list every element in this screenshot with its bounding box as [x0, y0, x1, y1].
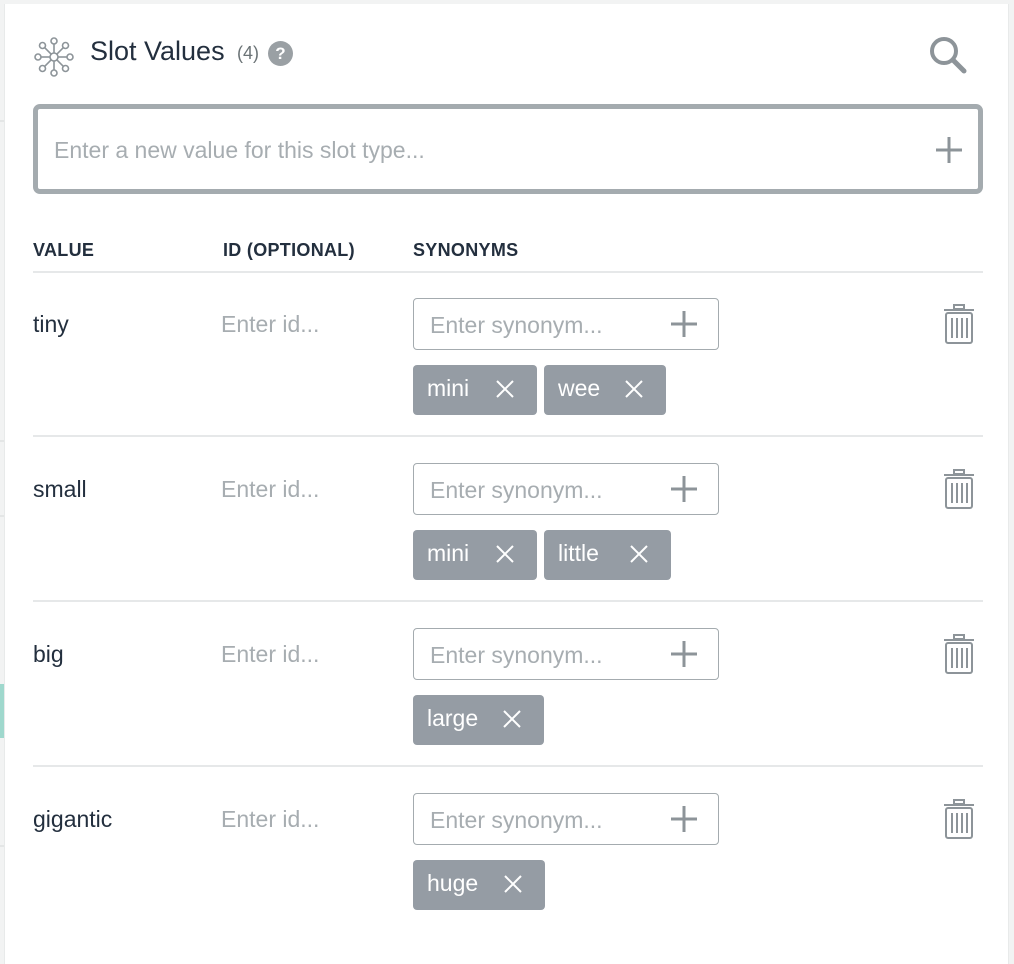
slot-value-text: small — [33, 476, 87, 502]
remove-synonym-x-icon[interactable] — [624, 379, 644, 399]
row-divider — [33, 765, 983, 767]
id-input[interactable] — [219, 800, 393, 838]
row-divider — [33, 435, 983, 437]
synonym-chip-label: mini — [427, 375, 470, 401]
remove-synonym-x-icon[interactable] — [502, 709, 522, 729]
column-header-id: ID (OPTIONAL) — [223, 240, 355, 260]
id-input[interactable] — [219, 635, 393, 673]
synonym-chip: little — [544, 530, 671, 580]
slot-value-row: tiny mini wee — [33, 273, 983, 437]
synonym-chip: huge — [413, 860, 545, 910]
question-circle-icon[interactable]: ? — [268, 41, 293, 66]
synonym-chip-label: wee — [558, 375, 601, 401]
trash-icon[interactable] — [943, 303, 975, 345]
synonym-chip: large — [413, 695, 544, 745]
synonym-input[interactable] — [428, 802, 662, 838]
remove-synonym-x-icon[interactable] — [495, 379, 515, 399]
add-synonym-plus-icon[interactable] — [670, 310, 698, 338]
synonym-field — [413, 628, 719, 680]
new-value-field — [33, 104, 983, 194]
synonym-chip-label: huge — [427, 870, 479, 896]
synonym-chip: wee — [544, 365, 666, 415]
panel-header: Slot Values (4) ? — [33, 34, 983, 77]
synonym-chip: mini — [413, 365, 537, 415]
new-value-input[interactable] — [52, 129, 916, 171]
column-header-synonyms: SYNONYMS — [413, 240, 519, 260]
search-icon[interactable] — [927, 34, 969, 76]
add-synonym-plus-icon[interactable] — [670, 640, 698, 668]
synonym-chip-label: little — [558, 540, 599, 566]
synonym-input[interactable] — [428, 472, 662, 508]
panel-title: Slot Values — [90, 36, 225, 66]
slot-value-text: gigantic — [33, 806, 113, 832]
synonym-field — [413, 793, 719, 845]
synonym-field — [413, 298, 719, 350]
remove-synonym-x-icon[interactable] — [503, 874, 523, 894]
slot-value-row: small mini little — [33, 438, 983, 602]
slot-value-text: tiny — [33, 311, 69, 337]
synonym-field — [413, 463, 719, 515]
add-synonym-plus-icon[interactable] — [670, 805, 698, 833]
id-input[interactable] — [219, 470, 393, 508]
synonym-input[interactable] — [428, 307, 662, 343]
column-header-value: VALUE — [33, 240, 95, 260]
column-headers: VALUE ID (OPTIONAL) SYNONYMS — [33, 240, 983, 264]
slot-values-panel: Slot Values (4) ? VALUE ID (OPTIONAL) SY… — [4, 4, 1009, 964]
add-synonym-plus-icon[interactable] — [670, 475, 698, 503]
trash-icon[interactable] — [943, 633, 975, 675]
slot-value-count: (4) — [237, 43, 259, 63]
trash-icon[interactable] — [943, 798, 975, 840]
remove-synonym-x-icon[interactable] — [495, 544, 515, 564]
synonym-input[interactable] — [428, 637, 662, 673]
slot-value-text: big — [33, 641, 64, 667]
add-value-plus-icon[interactable] — [934, 135, 964, 165]
trash-icon[interactable] — [943, 468, 975, 510]
id-input[interactable] — [219, 305, 393, 343]
row-divider — [33, 600, 983, 602]
remove-synonym-x-icon[interactable] — [629, 544, 649, 564]
slot-value-row: gigantic huge — [33, 768, 983, 932]
slot-network-icon — [34, 37, 74, 77]
synonym-chip-label: mini — [427, 540, 470, 566]
synonym-chip: mini — [413, 530, 537, 580]
synonym-chip-label: large — [427, 705, 479, 731]
slot-value-row: big large — [33, 603, 983, 767]
